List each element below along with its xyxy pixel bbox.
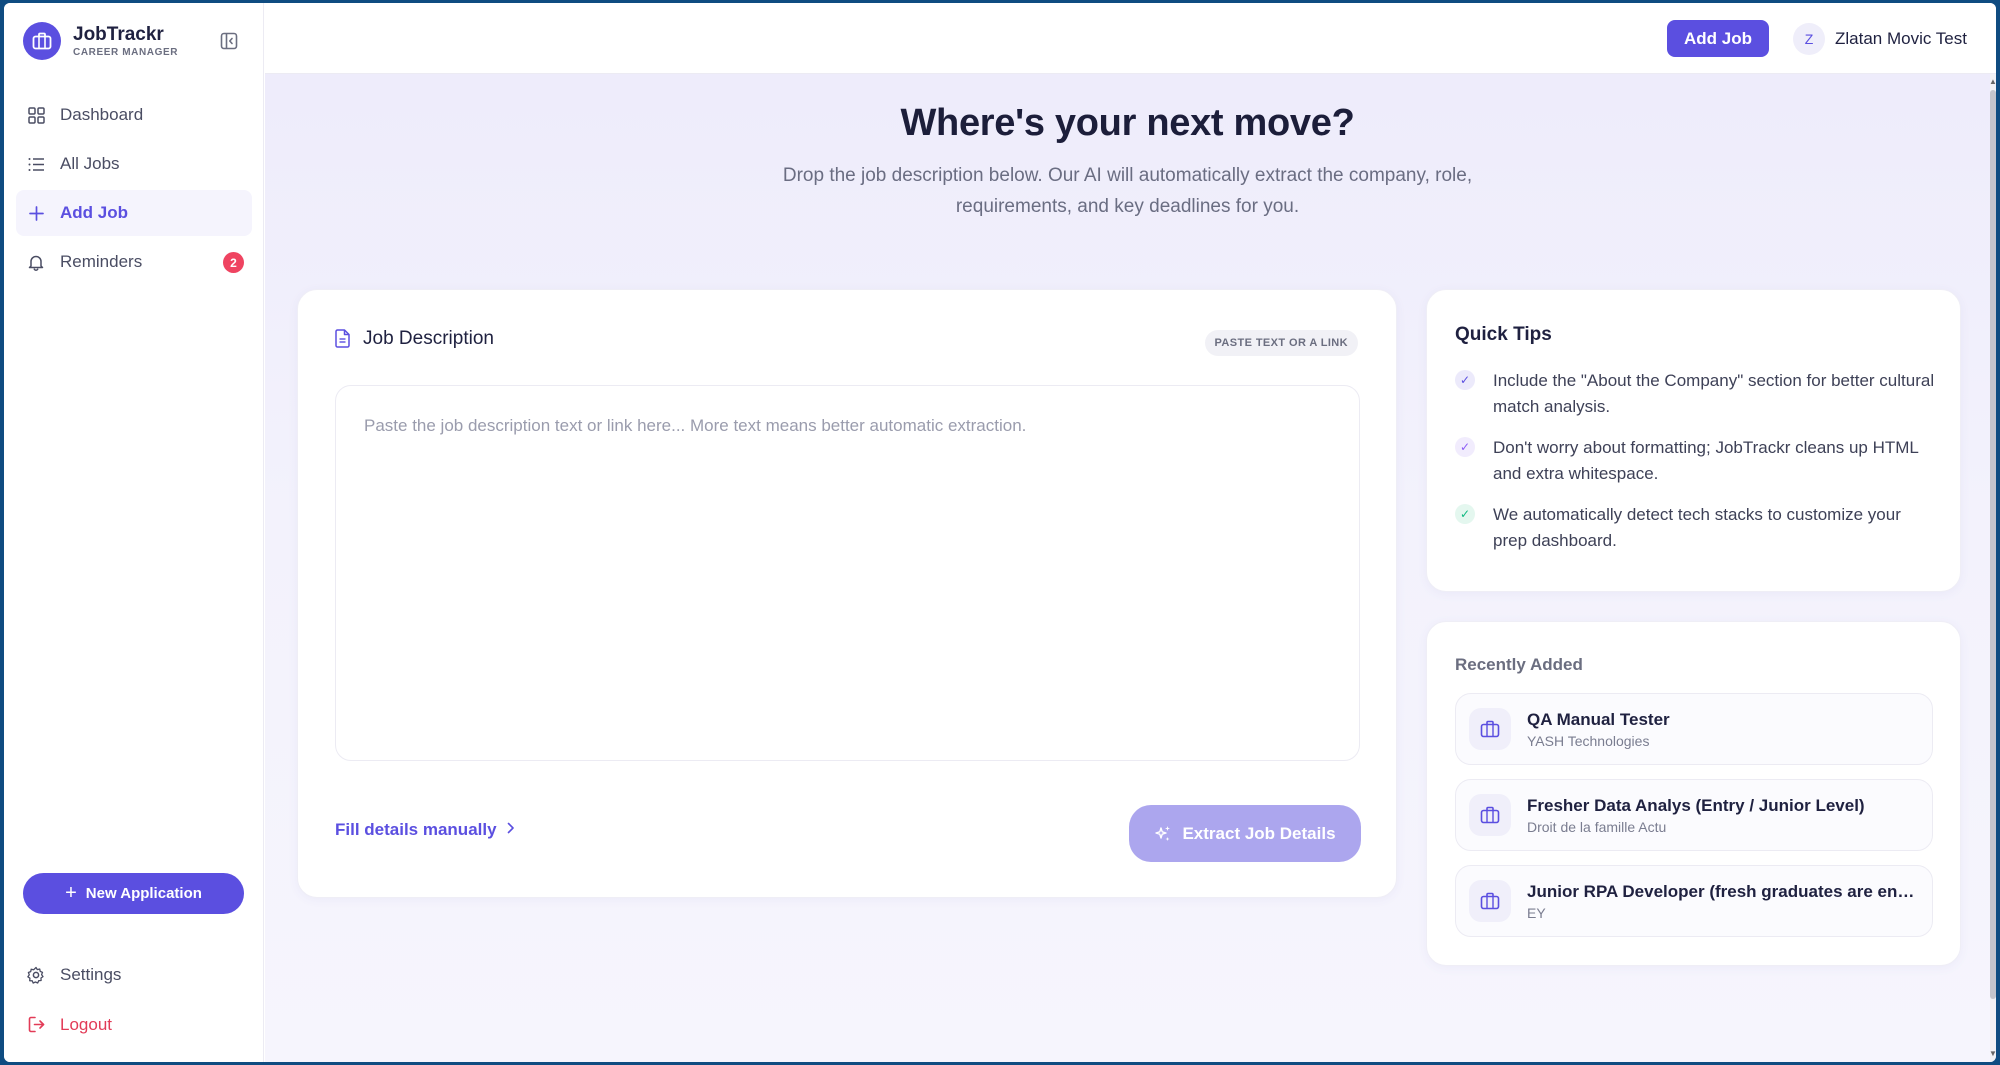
brand-subtitle: CAREER MANAGER [73, 46, 179, 58]
sidebar-item-settings[interactable]: Settings [16, 951, 252, 998]
new-application-button[interactable]: + New Application [23, 873, 244, 914]
recently-added-list: QA Manual Tester YASH Technologies Fresh… [1455, 693, 1933, 951]
sidebar-item-label: Dashboard [60, 105, 144, 124]
tip-text: Include the "About the Company" section … [1493, 371, 1935, 416]
list-icon [27, 155, 45, 173]
fill-details-manually-link[interactable]: Fill details manually [335, 820, 515, 840]
logout-icon [27, 1016, 45, 1034]
job-company: Droit de la famille Actu [1527, 818, 1667, 835]
collapse-sidebar-icon[interactable] [220, 32, 240, 52]
check-icon: ✓ [1455, 504, 1475, 524]
sidebar-item-logout[interactable]: Logout [16, 1001, 252, 1048]
reminders-count-badge: 2 [223, 252, 244, 273]
brand-name: JobTrackr [73, 23, 164, 45]
user-name: Zlatan Movic Test [1835, 29, 1967, 48]
job-company: YASH Technologies [1527, 732, 1650, 749]
sparkles-icon [1154, 825, 1172, 843]
briefcase-logo-icon [23, 22, 61, 60]
job-company: EY [1527, 904, 1546, 921]
briefcase-icon [1469, 880, 1511, 922]
add-job-button[interactable]: Add Job [1667, 20, 1769, 57]
avatar: Z [1793, 23, 1825, 55]
sidebar-item-reminders[interactable]: Reminders 2 [16, 239, 252, 285]
tip-text: We automatically detect tech stacks to c… [1493, 505, 1901, 550]
job-description-card: Job Description PASTE TEXT OR A LINK Fil… [297, 289, 1397, 898]
job-description-title: Job Description [363, 328, 494, 349]
main-content: Where's your next move? Drop the job des… [265, 74, 1990, 1062]
sidebar-item-label: Logout [60, 1014, 112, 1034]
page-subtitle: Drop the job description below. Our AI w… [782, 165, 1473, 217]
recently-added-title: Recently Added [1455, 655, 1583, 674]
fill-details-manually-label: Fill details manually [335, 820, 497, 839]
document-icon [335, 329, 353, 349]
sidebar-nav: Dashboard All Jobs Add Job Reminders 2 [16, 92, 252, 288]
extract-job-details-label: Extract Job Details [1182, 823, 1336, 843]
topbar: Add Job Z Zlatan Movic Test [265, 3, 1996, 74]
briefcase-icon [1469, 708, 1511, 750]
plus-icon [27, 204, 45, 222]
quick-tips-list: ✓ Include the "About the Company" sectio… [1455, 368, 1935, 569]
briefcase-icon [1469, 794, 1511, 836]
quick-tips-title: Quick Tips [1455, 324, 1552, 345]
gear-icon [27, 966, 45, 984]
check-icon: ✓ [1455, 437, 1475, 457]
sidebar-bottom-nav: Settings Logout [16, 951, 252, 1051]
brand[interactable]: JobTrackr CAREER MANAGER [23, 22, 178, 60]
list-item: ✓ Don't worry about formatting; JobTrack… [1455, 435, 1935, 487]
grid-icon [27, 106, 45, 124]
scrollbar-thumb[interactable] [1990, 90, 1996, 999]
scroll-down-arrow-icon[interactable]: ▼ [1988, 1049, 1996, 1059]
sidebar-item-label: Reminders [60, 252, 143, 271]
chevron-right-icon [507, 821, 515, 839]
sidebar-item-label: All Jobs [60, 154, 120, 173]
job-description-header: Job Description [335, 328, 494, 350]
app-window: JobTrackr CAREER MANAGER Dashboard All J… [4, 3, 1996, 1062]
list-item[interactable]: Junior RPA Developer (fresh graduates ar… [1455, 865, 1933, 937]
sidebar-item-label: Settings [60, 964, 122, 984]
job-role: QA Manual Tester [1527, 709, 1670, 729]
tip-text: Don't worry about formatting; JobTrackr … [1493, 438, 1919, 483]
list-item: ✓ Include the "About the Company" sectio… [1455, 368, 1935, 420]
list-item[interactable]: Fresher Data Analys (Entry / Junior Leve… [1455, 779, 1933, 851]
recently-added-card: Recently Added QA Manual Tester YASH Tec… [1426, 621, 1961, 966]
sidebar: JobTrackr CAREER MANAGER Dashboard All J… [4, 3, 264, 1062]
user-menu[interactable]: Z Zlatan Movic Test [1793, 23, 1967, 55]
sidebar-item-dashboard[interactable]: Dashboard [16, 92, 252, 138]
main-scrollbar[interactable] [1990, 74, 1996, 1062]
quick-tips-card: Quick Tips ✓ Include the "About the Comp… [1426, 289, 1961, 592]
bell-icon [27, 253, 45, 271]
page-title: Where's your next move? [900, 102, 1355, 144]
sidebar-item-all-jobs[interactable]: All Jobs [16, 141, 252, 187]
scroll-up-arrow-icon[interactable]: ▲ [1988, 77, 1996, 87]
sidebar-item-add-job[interactable]: Add Job [16, 190, 252, 236]
list-item[interactable]: QA Manual Tester YASH Technologies [1455, 693, 1933, 765]
job-role: Junior RPA Developer (fresh graduates ar… [1527, 881, 1922, 901]
extract-job-details-button[interactable]: Extract Job Details [1129, 805, 1361, 862]
check-icon: ✓ [1455, 370, 1475, 390]
plus-icon: + [65, 882, 77, 904]
list-item: ✓ We automatically detect tech stacks to… [1455, 502, 1935, 554]
sidebar-item-label: Add Job [60, 203, 128, 222]
job-role: Fresher Data Analys (Entry / Junior Leve… [1527, 795, 1865, 815]
paste-hint-pill: PASTE TEXT OR A LINK [1204, 330, 1358, 356]
job-description-input[interactable] [335, 385, 1360, 761]
new-application-label: New Application [85, 885, 202, 902]
